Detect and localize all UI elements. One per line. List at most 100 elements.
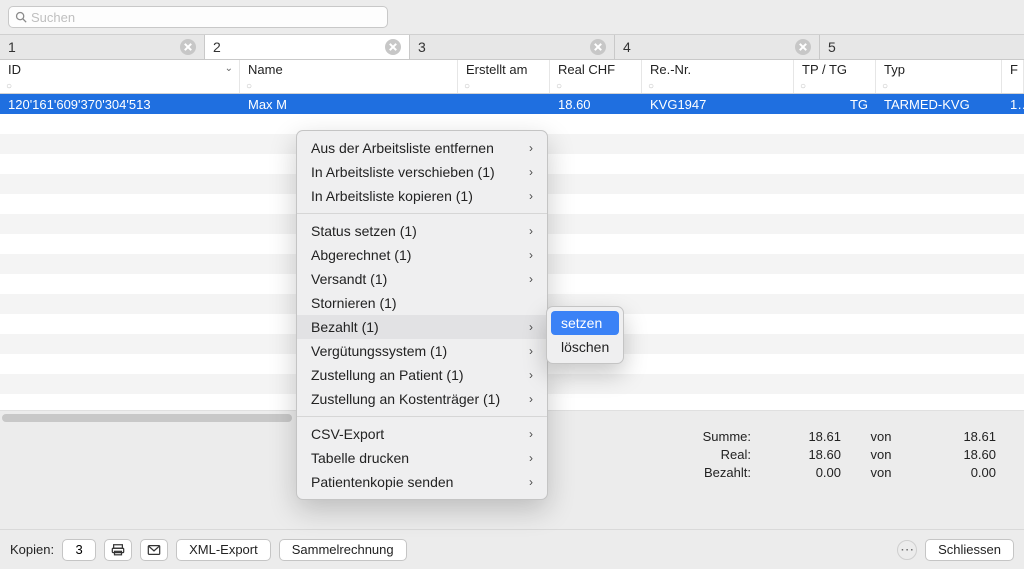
submenu-item[interactable]: setzen: [551, 311, 619, 335]
chevron-right-icon: ›: [529, 222, 533, 240]
chevron-right-icon: ›: [529, 473, 533, 491]
worklist-tab-1[interactable]: 1: [0, 35, 205, 59]
sort-indicator-icon: ⌄: [225, 63, 233, 74]
menu-item-label: Abgerechnet (1): [311, 246, 411, 264]
table-header: ID ⌄ ○ Name ○ Erstellt am ○ Real CHF ○ R…: [0, 60, 1024, 94]
col-name[interactable]: Name ○: [240, 60, 458, 93]
sum-label: Summe:: [581, 428, 751, 446]
sum-von: von: [841, 464, 921, 482]
menu-item[interactable]: Patientenkopie senden ›: [297, 470, 547, 494]
sammelrechnung-button[interactable]: Sammelrechnung: [279, 539, 407, 561]
col-label: Real CHF: [558, 62, 633, 78]
chevron-right-icon: ›: [529, 449, 533, 467]
sum-value: 18.60: [751, 446, 841, 464]
menu-item[interactable]: Stornieren (1): [297, 291, 547, 315]
chevron-right-icon: ›: [529, 318, 533, 336]
menu-separator: [297, 213, 547, 214]
col-erstellt[interactable]: Erstellt am ○: [458, 60, 550, 93]
menu-item-label: Zustellung an Patient (1): [311, 366, 464, 384]
menu-item-label: In Arbeitsliste kopieren (1): [311, 187, 473, 205]
col-id[interactable]: ID ⌄ ○: [0, 60, 240, 93]
menu-item[interactable]: In Arbeitsliste verschieben (1) ›: [297, 160, 547, 184]
filter-dot-icon: ○: [246, 81, 252, 92]
menu-item[interactable]: Abgerechnet (1)›: [297, 243, 547, 267]
sum-von: von: [841, 428, 921, 446]
more-options-button[interactable]: ⋯: [897, 540, 917, 560]
xml-export-button[interactable]: XML-Export: [176, 539, 271, 561]
filter-dot-icon: ○: [464, 81, 470, 92]
mail-icon: [147, 543, 161, 557]
col-typ[interactable]: Typ ○: [876, 60, 1002, 93]
filter-dot-icon: ○: [882, 81, 888, 92]
menu-item[interactable]: Status setzen (1) ›: [297, 219, 547, 243]
search-icon: [15, 11, 27, 23]
menu-item[interactable]: In Arbeitsliste kopieren (1)›: [297, 184, 547, 208]
col-renr[interactable]: Re.-Nr. ○: [642, 60, 794, 93]
filter-dot-icon: ○: [556, 81, 562, 92]
submenu-item[interactable]: löschen: [551, 335, 619, 359]
col-label: Typ: [884, 62, 993, 78]
col-label: Name: [248, 62, 449, 78]
worklist-tab-label: 2: [213, 39, 385, 55]
menu-item[interactable]: Vergütungssystem (1) ›: [297, 339, 547, 363]
worklist-tab-label: 5: [828, 39, 1016, 55]
worklist-tab-label: 1: [8, 39, 180, 55]
mail-button[interactable]: [140, 539, 168, 561]
filter-dot-icon: ○: [6, 81, 12, 92]
worklist-tab-3[interactable]: 3: [410, 35, 615, 59]
bottom-toolbar: Kopien: XML-Export Sammelrechnung ⋯ Schl…: [0, 529, 1024, 569]
table-row[interactable]: 120'161'609'370'304'513 Max M 18.60 KVG1…: [0, 94, 1024, 114]
menu-item[interactable]: Zustellung an Kostenträger (1)›: [297, 387, 547, 411]
chevron-right-icon: ›: [529, 139, 533, 157]
menu-item[interactable]: Versandt (1)›: [297, 267, 547, 291]
chevron-right-icon: ›: [529, 342, 533, 360]
search-input[interactable]: [31, 10, 381, 25]
clear-icon[interactable]: [590, 39, 606, 55]
menu-item-label: Stornieren (1): [311, 294, 397, 312]
col-label: Erstellt am: [466, 62, 541, 78]
col-real[interactable]: Real CHF ○: [550, 60, 642, 93]
sum-value: 18.61: [751, 428, 841, 446]
col-tptg[interactable]: TP / TG ○: [794, 60, 876, 93]
menu-item[interactable]: Tabelle drucken›: [297, 446, 547, 470]
chevron-right-icon: ›: [529, 270, 533, 288]
sum-label: Bezahlt:: [581, 464, 751, 482]
menu-item-label: Aus der Arbeitsliste entfernen: [311, 139, 494, 157]
worklist-tab-5[interactable]: 5: [820, 35, 1024, 59]
col-label: Re.-Nr.: [650, 62, 785, 78]
sum-total: 0.00: [921, 464, 996, 482]
filter-dot-icon: ○: [800, 81, 806, 92]
menu-item-label: Status setzen (1): [311, 222, 417, 240]
menu-item-label: Vergütungssystem (1): [311, 342, 447, 360]
print-button[interactable]: [104, 539, 132, 561]
copies-label: Kopien:: [10, 542, 54, 557]
menu-item-label: In Arbeitsliste verschieben (1): [311, 163, 495, 181]
menu-item-label: Patientenkopie senden: [311, 473, 453, 491]
close-button[interactable]: Schliessen: [925, 539, 1014, 561]
menu-item[interactable]: Bezahlt (1)›: [297, 315, 547, 339]
chevron-right-icon: ›: [529, 366, 533, 384]
context-menu: Aus der Arbeitsliste entfernen›In Arbeit…: [296, 130, 548, 500]
clear-icon[interactable]: [385, 39, 401, 55]
col-label: ID: [8, 62, 231, 78]
clear-icon[interactable]: [180, 39, 196, 55]
worklist-tabs: 1 2 3 4 5: [0, 34, 1024, 60]
menu-item[interactable]: CSV-Export›: [297, 422, 547, 446]
context-submenu: setzenlöschen: [546, 306, 624, 364]
filter-dot-icon: ○: [648, 81, 654, 92]
worklist-tab-label: 3: [418, 39, 590, 55]
worklist-tab-2[interactable]: 2: [205, 35, 410, 59]
cell-name: Max M: [240, 97, 458, 112]
menu-item[interactable]: Aus der Arbeitsliste entfernen ›: [297, 136, 547, 160]
col-label: TP / TG: [802, 62, 867, 78]
search-field[interactable]: [8, 6, 388, 28]
menu-item[interactable]: Zustellung an Patient (1) ›: [297, 363, 547, 387]
worklist-tab-4[interactable]: 4: [615, 35, 820, 59]
copies-input[interactable]: [62, 539, 96, 561]
menu-separator: [297, 416, 547, 417]
col-f[interactable]: F: [1002, 60, 1024, 93]
col-label: F: [1010, 62, 1015, 78]
scrollbar-thumb[interactable]: [2, 414, 292, 422]
chevron-right-icon: ›: [529, 163, 533, 181]
clear-icon[interactable]: [795, 39, 811, 55]
